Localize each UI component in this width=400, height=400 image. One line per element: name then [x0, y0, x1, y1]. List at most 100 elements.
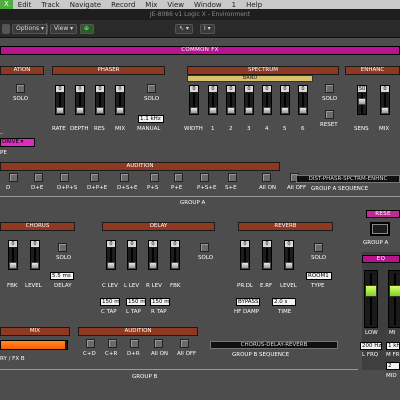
audition-a-button-9[interactable] [228, 173, 237, 182]
pointer-tool-menu[interactable]: ↖ ▾ [175, 24, 193, 34]
erf-fader-cap[interactable] [263, 262, 271, 269]
chorus-solo-button[interactable] [58, 243, 67, 252]
audition-a-button-6[interactable] [150, 173, 159, 182]
mid-q-value[interactable]: 2 [386, 362, 400, 370]
erf-fader[interactable]: 0 [262, 240, 272, 270]
band6-fader[interactable]: 0 [298, 85, 308, 115]
view-menu[interactable]: View ▾ [50, 24, 78, 34]
audition-a-button-4[interactable] [90, 173, 99, 182]
delay-fbk-fader-cap[interactable] [171, 262, 179, 269]
sens-fader[interactable]: 50 [357, 85, 367, 115]
c-lev-fader-cap[interactable] [107, 262, 115, 269]
mix-fader-cap[interactable] [116, 107, 124, 114]
band1-fader[interactable]: 0 [208, 85, 218, 115]
mix-fader[interactable]: 0 [115, 85, 125, 115]
menu-edit[interactable]: Edit [13, 1, 37, 9]
audition-a-button-3[interactable] [60, 173, 69, 182]
prdl-fader[interactable]: 0 [240, 240, 250, 270]
band1-fader-cap[interactable] [209, 107, 217, 114]
band5-fader[interactable]: 0 [280, 85, 290, 115]
width-fader[interactable]: 0 [189, 85, 199, 115]
time-value[interactable]: 2.0 s [272, 298, 296, 306]
menu-window[interactable]: Window [189, 1, 227, 9]
enh-mix-fader-cap[interactable] [381, 107, 389, 114]
mix-balance-slider[interactable] [0, 340, 68, 350]
rate-fader[interactable]: 0 [55, 85, 65, 115]
c-lev-fader[interactable]: 0 [106, 240, 116, 270]
r-tap-value[interactable]: 150 ms [150, 298, 170, 306]
menu-record[interactable]: Record [106, 1, 140, 9]
r-lev-fader[interactable]: 0 [148, 240, 158, 270]
band2-fader[interactable]: 0 [226, 85, 236, 115]
band3-fader[interactable]: 0 [244, 85, 254, 115]
depth-fader-cap[interactable] [76, 107, 84, 114]
audition-a-button-10[interactable] [262, 173, 271, 182]
mid-eq-fader-cap[interactable] [389, 285, 400, 297]
rate-fader-cap[interactable] [56, 107, 64, 114]
res-fader-cap[interactable] [96, 107, 104, 114]
l-tap-value[interactable]: 150 ms [126, 298, 146, 306]
sens-fader-cap[interactable] [358, 98, 366, 105]
hf-damp-select[interactable]: BYPASS [236, 298, 260, 306]
chorus-level-fader-cap[interactable] [31, 262, 39, 269]
chorus-level-fader[interactable]: 0 [30, 240, 40, 270]
l-lev-fader-cap[interactable] [128, 262, 136, 269]
text-tool-menu[interactable]: I ▾ [200, 24, 215, 34]
menu-navigate[interactable]: Navigate [65, 1, 106, 9]
manual-value[interactable]: 1.1 kHz [138, 115, 164, 123]
toolbar-left-button[interactable] [2, 24, 10, 34]
phaser-solo-button[interactable] [147, 84, 156, 93]
delay-solo-button[interactable] [200, 243, 209, 252]
group-a-sequence-select[interactable]: DIST-PHASR-SPCTRM-ENHNC [296, 175, 400, 183]
reverb-type-select[interactable]: ROOM1 [306, 272, 332, 280]
width-fader-cap[interactable] [190, 107, 198, 114]
distortion-type-select[interactable]: DRIVE ▾ [0, 138, 35, 147]
distortion-solo-button[interactable] [16, 84, 25, 93]
r-lev-fader-cap[interactable] [149, 262, 157, 269]
band6-fader-cap[interactable] [299, 107, 307, 114]
mid-eq-fader[interactable] [388, 270, 400, 328]
group-b-sequence-select[interactable]: CHORUS-DELAY-REVERB [210, 341, 338, 349]
menu-track[interactable]: Track [36, 1, 64, 9]
app-close-icon[interactable]: X [0, 0, 13, 9]
menu-view[interactable]: View [162, 1, 189, 9]
depth-fader[interactable]: 0 [75, 85, 85, 115]
options-menu[interactable]: Options ▾ [12, 24, 49, 34]
low-eq-fader[interactable] [364, 270, 378, 328]
link-icon[interactable]: ⊕ [80, 24, 94, 34]
band4-fader-cap[interactable] [263, 107, 271, 114]
audition-b-button-3[interactable] [130, 339, 139, 348]
chorus-fbk-fader-cap[interactable] [9, 262, 17, 269]
audition-b-button-4[interactable] [154, 339, 163, 348]
reverb-solo-button[interactable] [314, 243, 323, 252]
audition-a-button-1[interactable] [9, 173, 18, 182]
prdl-fader-cap[interactable] [241, 262, 249, 269]
band2-fader-cap[interactable] [227, 107, 235, 114]
band5-fader-cap[interactable] [281, 107, 289, 114]
band3-fader-cap[interactable] [245, 107, 253, 114]
audition-a-button-7[interactable] [174, 173, 183, 182]
spectrum-reset-button[interactable] [325, 110, 334, 119]
menu-1[interactable]: 1 [227, 1, 241, 9]
menu-help[interactable]: Help [241, 1, 267, 9]
delay-fbk-fader[interactable]: 0 [170, 240, 180, 270]
low-eq-fader-cap[interactable] [365, 285, 377, 297]
audition-a-button-2[interactable] [34, 173, 43, 182]
res-fader[interactable]: 0 [95, 85, 105, 115]
group-a-toggle-button[interactable] [370, 222, 390, 236]
audition-a-button-8[interactable] [200, 173, 209, 182]
lfrq-value[interactable]: 200 Hz [360, 342, 382, 350]
l-lev-fader[interactable]: 0 [127, 240, 137, 270]
c-tap-value[interactable]: 150 ms [100, 298, 120, 306]
chorus-delay-value[interactable]: 5.5 ms [50, 272, 74, 280]
menu-mix[interactable]: Mix [140, 1, 162, 9]
enh-mix-fader[interactable]: 0 [380, 85, 390, 115]
audition-b-button-5[interactable] [180, 339, 189, 348]
audition-b-button-1[interactable] [86, 339, 95, 348]
audition-a-button-5[interactable] [120, 173, 129, 182]
reverb-level-fader[interactable]: 0 [284, 240, 294, 270]
mfrq-value[interactable]: 1 kHz [386, 342, 400, 350]
reverb-level-fader-cap[interactable] [285, 262, 293, 269]
audition-b-button-2[interactable] [108, 339, 117, 348]
band4-fader[interactable]: 0 [262, 85, 272, 115]
